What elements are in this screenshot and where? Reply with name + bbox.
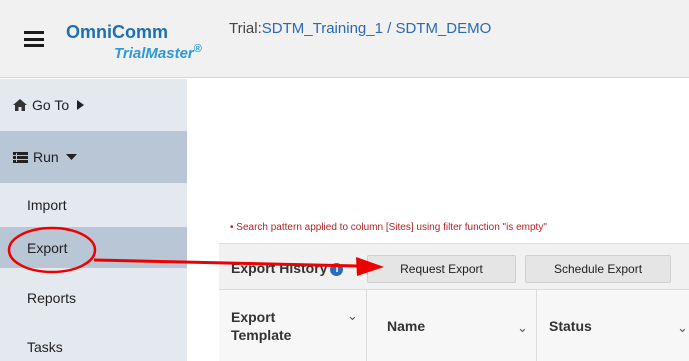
registered-mark: ® bbox=[193, 43, 202, 55]
sidebar-run-label: Run bbox=[33, 149, 59, 165]
sidebar-run[interactable]: Run bbox=[0, 131, 187, 183]
product-name: TrialMaster® bbox=[114, 43, 202, 62]
column-header-export-template[interactable]: Export Template ⌄ bbox=[219, 290, 367, 361]
sidebar-item-import[interactable]: Import bbox=[0, 183, 187, 227]
sidebar-goto[interactable]: Go To bbox=[0, 79, 187, 131]
breadcrumb-trial-link[interactable]: SDTM_Training_1 / SDTM_DEMO bbox=[262, 20, 492, 37]
export-history-panel: Export History i Request Export Schedule … bbox=[219, 243, 689, 361]
column-header-label: Name bbox=[387, 318, 426, 334]
export-history-table-header: Export Template ⌄ Name ⌄ Status ⌄ bbox=[219, 290, 689, 361]
info-icon[interactable]: i bbox=[330, 263, 344, 276]
sidebar-item-export[interactable]: Export bbox=[0, 227, 187, 268]
breadcrumb: Trial:SDTM_Training_1 / SDTM_DEMO bbox=[229, 20, 491, 37]
run-list-icon bbox=[13, 151, 28, 163]
sidebar-item-tasks[interactable]: Tasks bbox=[0, 325, 187, 361]
product-label: TrialMaster bbox=[114, 45, 194, 62]
hamburger-menu-icon[interactable] bbox=[24, 31, 44, 47]
export-history-title-text: Export History bbox=[231, 260, 328, 276]
sidebar-goto-label: Go To bbox=[32, 97, 70, 113]
request-export-button[interactable]: Request Export bbox=[367, 255, 516, 283]
column-header-name[interactable]: Name ⌄ bbox=[367, 290, 537, 361]
chevron-down-icon[interactable]: ⌄ bbox=[517, 320, 528, 336]
app-header: OmniComm TrialMaster® Trial:SDTM_Trainin… bbox=[0, 0, 689, 78]
export-history-toolbar: Export History i Request Export Schedule … bbox=[219, 244, 689, 290]
export-history-title: Export History i bbox=[231, 260, 344, 276]
caret-right-icon bbox=[77, 100, 85, 110]
chevron-down-icon[interactable]: ⌄ bbox=[347, 308, 358, 324]
trialmaster-screen: OmniComm TrialMaster® Trial:SDTM_Trainin… bbox=[0, 0, 689, 361]
sidebar: Go To Run Import Export Reports Tasks bbox=[0, 79, 187, 361]
breadcrumb-prefix: Trial: bbox=[229, 20, 262, 37]
home-icon bbox=[13, 99, 27, 111]
filter-note: • Search pattern applied to column [Site… bbox=[230, 222, 547, 233]
brand-name: OmniComm bbox=[66, 22, 169, 42]
column-header-label: Status bbox=[549, 318, 592, 334]
caret-down-icon bbox=[65, 154, 77, 160]
sidebar-item-reports[interactable]: Reports bbox=[0, 276, 187, 320]
column-header-label: Export Template bbox=[231, 309, 292, 343]
column-header-status[interactable]: Status ⌄ bbox=[537, 290, 689, 361]
chevron-down-icon[interactable]: ⌄ bbox=[677, 320, 688, 336]
schedule-export-button[interactable]: Schedule Export bbox=[525, 255, 671, 283]
